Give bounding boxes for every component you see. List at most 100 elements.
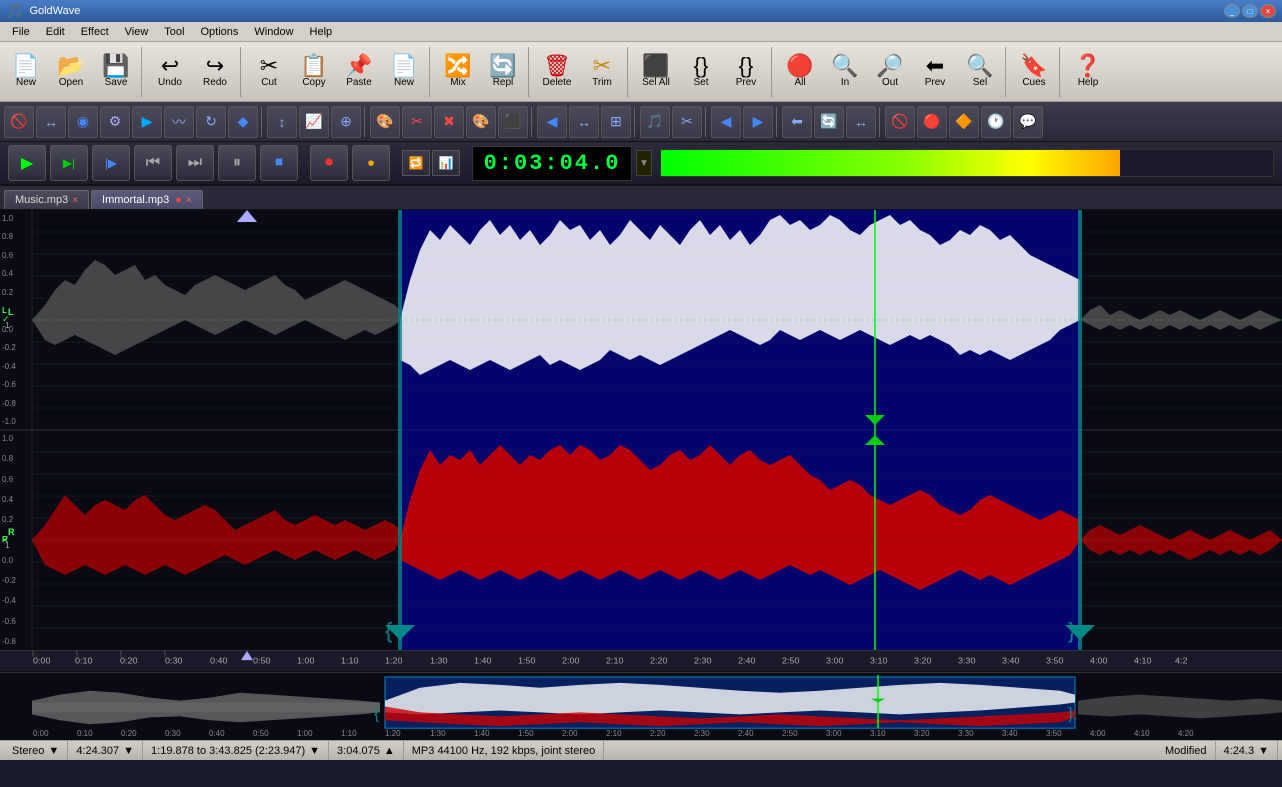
stop-button[interactable]: ⏹: [260, 145, 298, 181]
tb2-left2-btn[interactable]: ⬅: [782, 106, 812, 138]
waveform-svg[interactable]: L 1 R 1 ✓ ✓ { }: [0, 210, 1282, 650]
status-selection-dropdown[interactable]: ▼: [309, 745, 320, 757]
help-button[interactable]: ❓ Help: [1066, 45, 1110, 99]
tb-sep8: [1059, 47, 1063, 97]
zoomprev-button[interactable]: ⬅ Prev: [913, 45, 957, 99]
new-button[interactable]: 📄 New: [4, 45, 48, 99]
redo-button[interactable]: ↪ Redo: [193, 45, 237, 99]
play-cursor-button[interactable]: |▶: [92, 145, 130, 181]
cut-button[interactable]: ✂ Cut: [247, 45, 291, 99]
cues-button[interactable]: 🔖 Cues: [1012, 45, 1056, 99]
tab-immortal-close[interactable]: ×: [186, 195, 192, 206]
tab-music[interactable]: Music.mp3 ×: [4, 190, 89, 209]
play-sel-button[interactable]: ▶|: [50, 145, 88, 181]
status-total-time-dropdown[interactable]: ▼: [123, 745, 134, 757]
tb2-square-btn[interactable]: ⬛: [498, 106, 528, 138]
tb2-move-btn[interactable]: ↔: [36, 106, 66, 138]
open-button[interactable]: 📂 Open: [49, 45, 93, 99]
status-cursor-dropdown[interactable]: ▲: [384, 745, 395, 757]
tb2-music-btn[interactable]: 🎵: [640, 106, 670, 138]
menu-file[interactable]: File: [4, 25, 38, 39]
replace-button[interactable]: 🔄 Repl: [481, 45, 525, 99]
undo-button[interactable]: ↩ Undo: [148, 45, 192, 99]
menu-help[interactable]: Help: [302, 25, 341, 39]
mix-icon: 🔀: [444, 55, 471, 77]
tb2-grid-btn[interactable]: ⊞: [601, 106, 631, 138]
tb2-tool-btn[interactable]: ⚙: [100, 106, 130, 138]
zoomout-button[interactable]: 🔎 Out: [868, 45, 912, 99]
menu-options[interactable]: Options: [192, 25, 246, 39]
save-button[interactable]: 💾 Save: [94, 45, 138, 99]
tb2-cut3-btn[interactable]: ✂: [672, 106, 702, 138]
trim-button[interactable]: ✂ Trim: [580, 45, 624, 99]
tb2-fwd2-btn[interactable]: ▶: [743, 106, 773, 138]
zoomsel-button[interactable]: 🔍 Sel: [958, 45, 1002, 99]
tb2-wave-btn[interactable]: 〰: [164, 106, 194, 138]
tb2-loop-btn[interactable]: ↻: [196, 106, 226, 138]
svg-text:1:00: 1:00: [297, 656, 315, 666]
pause-button[interactable]: ⏸: [218, 145, 256, 181]
svg-text:1:10: 1:10: [341, 729, 357, 738]
tb2-color2-btn[interactable]: 🎨: [466, 106, 496, 138]
tb2-orange-btn[interactable]: 🔶: [949, 106, 979, 138]
status-file-time-dropdown[interactable]: ▼: [1258, 745, 1269, 757]
view-icon[interactable]: 📊: [432, 150, 460, 176]
tb2-stop-btn[interactable]: 🚫: [4, 106, 34, 138]
tb2-hor-btn[interactable]: ↔: [569, 106, 599, 138]
svg-text:1:40: 1:40: [474, 656, 492, 666]
tb2-back2-btn[interactable]: ◀: [711, 106, 741, 138]
tb2-red-btn[interactable]: 🔴: [917, 106, 947, 138]
tb2-right-btn[interactable]: ↔: [846, 106, 876, 138]
waveform-main[interactable]: 1.00.80.60.40.2 L 0.0-0.2-0.4-0.6-0.8-1.…: [0, 210, 1282, 650]
tb2-fade-btn[interactable]: 📈: [299, 106, 329, 138]
all-button[interactable]: 🔴 All: [778, 45, 822, 99]
paste-button[interactable]: 📌 Paste: [337, 45, 381, 99]
close-button[interactable]: ×: [1260, 4, 1276, 18]
mix-button[interactable]: 🔀 Mix: [436, 45, 480, 99]
copy-button[interactable]: 📋 Copy: [292, 45, 336, 99]
rewind-button[interactable]: ⏮: [134, 145, 172, 181]
tb2-stop2-btn[interactable]: 🚫: [885, 106, 915, 138]
menu-tool[interactable]: Tool: [156, 25, 192, 39]
waveform-mini[interactable]: 0:00 0:10 0:20 0:30 0:40 0:50 1:00 1:10 …: [0, 672, 1282, 740]
record-stop-button[interactable]: ⏺: [352, 145, 390, 181]
timeline-ruler: 0:00 0:10 0:20 0:30 0:40 0:50 1:00 1:10 …: [0, 650, 1282, 672]
menu-window[interactable]: Window: [246, 25, 301, 39]
tb2-msg-btn[interactable]: 💬: [1013, 106, 1043, 138]
prev-button[interactable]: {} Prev: [724, 45, 768, 99]
status-mode-dropdown[interactable]: ▼: [48, 745, 59, 757]
record-button[interactable]: ⏺: [310, 145, 348, 181]
new2-button[interactable]: 📄 New: [382, 45, 426, 99]
zoomin-button[interactable]: 🔍 In: [823, 45, 867, 99]
time-unit-btn[interactable]: ▼: [636, 150, 652, 176]
svg-text:4:00: 4:00: [1090, 729, 1106, 738]
tb2-vol-btn[interactable]: ↕: [267, 106, 297, 138]
tab-music-close[interactable]: ×: [72, 195, 78, 206]
tb2-diamond-btn[interactable]: ◆: [228, 106, 258, 138]
minimize-button[interactable]: _: [1224, 4, 1240, 18]
set-button[interactable]: {} Set: [679, 45, 723, 99]
delete-button[interactable]: 🗑 Delete: [535, 45, 579, 99]
play-button[interactable]: ▶: [8, 145, 46, 181]
tb2-cut2-btn[interactable]: ✂: [402, 106, 432, 138]
tb2-left-btn[interactable]: ◀: [537, 106, 567, 138]
tb2-refresh-btn[interactable]: 🔄: [814, 106, 844, 138]
tb2-select-btn[interactable]: ◉: [68, 106, 98, 138]
menu-effect[interactable]: Effect: [73, 25, 117, 39]
selall-button[interactable]: ⬛ Sel All: [634, 45, 678, 99]
maximize-button[interactable]: □: [1242, 4, 1258, 18]
loop-icon[interactable]: 🔁: [402, 150, 430, 176]
tb2-play-sel-btn[interactable]: ▶: [132, 106, 162, 138]
tb2-x-btn[interactable]: ✖: [434, 106, 464, 138]
tb2-clock-btn[interactable]: 🕐: [981, 106, 1011, 138]
forward-button[interactable]: ⏭: [176, 145, 214, 181]
tab-music-label: Music.mp3: [15, 194, 68, 206]
menu-view[interactable]: View: [117, 25, 157, 39]
all-label: All: [794, 77, 805, 88]
tb2-color-btn[interactable]: 🎨: [370, 106, 400, 138]
tab-immortal[interactable]: Immortal.mp3 ● ×: [91, 190, 203, 209]
tb2-plus-btn[interactable]: ⊕: [331, 106, 361, 138]
cues-label: Cues: [1022, 77, 1045, 88]
menu-edit[interactable]: Edit: [38, 25, 73, 39]
svg-text:0:00: 0:00: [33, 656, 51, 666]
